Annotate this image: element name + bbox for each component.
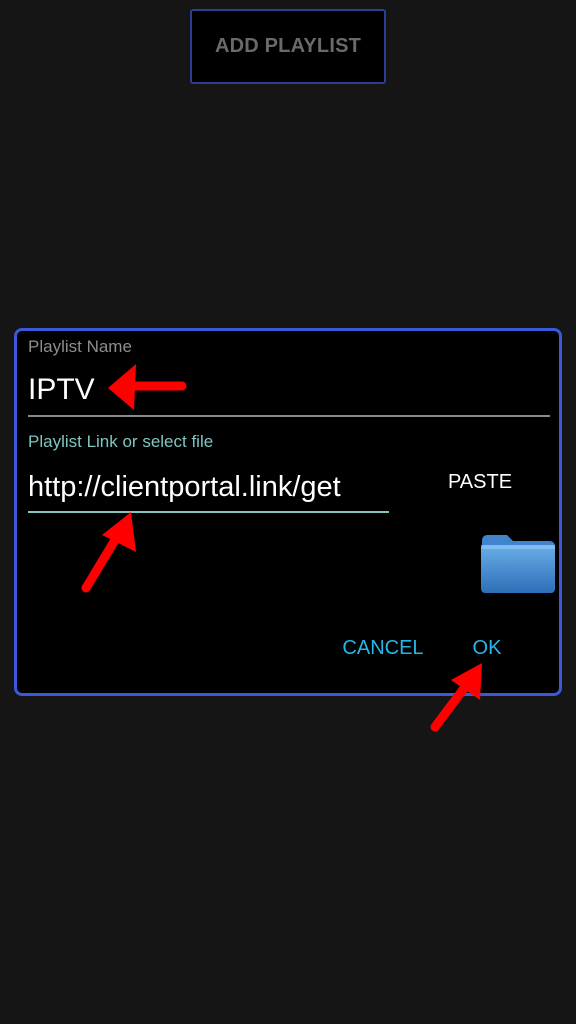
add-playlist-dialog: Playlist Name IPTV Playlist Link or sele… xyxy=(14,328,562,696)
folder-icon[interactable] xyxy=(479,531,557,595)
paste-button[interactable]: PASTE xyxy=(435,465,525,499)
cancel-button[interactable]: CANCEL xyxy=(335,631,431,665)
add-playlist-button[interactable]: ADD PLAYLIST xyxy=(190,9,386,84)
playlist-link-underline xyxy=(28,511,389,513)
playlist-name-underline xyxy=(28,415,550,417)
playlist-link-input[interactable]: http://clientportal.link/get xyxy=(28,469,389,505)
ok-button[interactable]: OK xyxy=(464,631,510,665)
playlist-name-input[interactable]: IPTV xyxy=(28,373,95,407)
playlist-name-label: Playlist Name xyxy=(28,337,132,356)
playlist-link-label: Playlist Link or select file xyxy=(28,432,214,451)
